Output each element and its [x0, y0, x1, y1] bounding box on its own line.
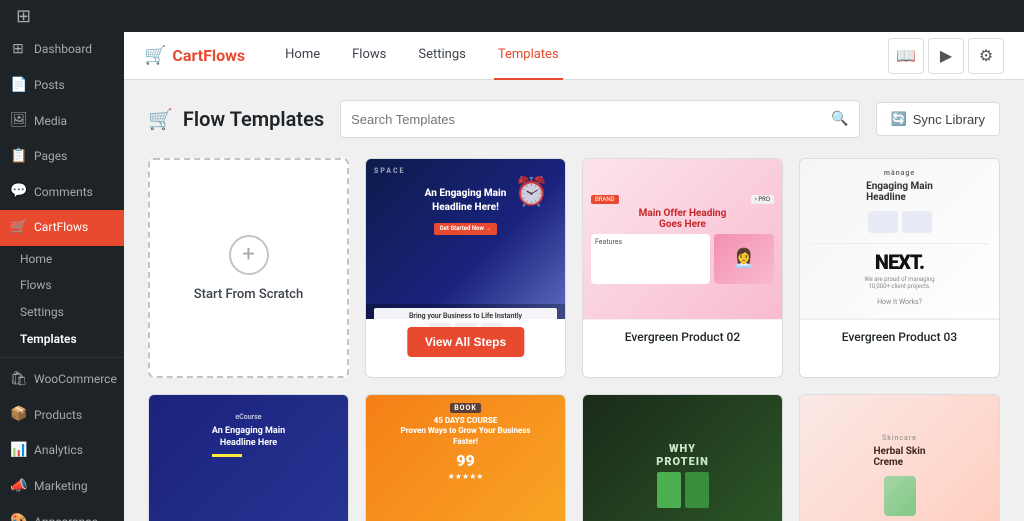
products-icon: 📦: [10, 405, 26, 425]
thumb-clock: ⏰: [514, 175, 549, 208]
view-all-steps-button[interactable]: View All Steps: [407, 327, 524, 357]
sidebar-item-settings[interactable]: Settings: [10, 299, 124, 326]
template-card-space[interactable]: SPACE An Engaging MainHeadline Here! Get…: [365, 158, 566, 378]
marketing-icon: 📣: [10, 477, 26, 497]
dashboard-icon: ⊞: [10, 40, 26, 60]
page-icon: 🛒: [148, 107, 173, 131]
appearance-icon: 🎨: [10, 512, 26, 521]
comments-icon: 💬: [10, 182, 26, 202]
sidebar-item-posts[interactable]: 📄 Posts: [0, 68, 124, 104]
nav-item-templates[interactable]: Templates: [494, 32, 563, 80]
template-card-supplement[interactable]: PRO WHYPROTEIN: [582, 394, 783, 521]
templates-grid-row2: eCourse An Engaging MainHeadline Here PR…: [148, 394, 1000, 521]
sidebar-item-flows[interactable]: Flows: [10, 272, 124, 299]
templates-grid: + Start From Scratch SPACE An Engaging M…: [148, 158, 1000, 378]
nav-item-home[interactable]: Home: [281, 32, 324, 80]
sidebar-item-pages[interactable]: 📋 Pages: [0, 139, 124, 175]
sidebar: ⊞ Dashboard 📄 Posts 🖼 Media 📋 Pages 💬 Co…: [0, 0, 124, 521]
brand-name: CartFlows: [172, 46, 245, 65]
template-thumb-blue: eCourse An Engaging MainHeadline Here: [149, 395, 348, 521]
page-header: 🛒 Flow Templates 🔍 🔄 Sync Library: [148, 100, 1000, 138]
sidebar-item-marketing[interactable]: 📣 Marketing: [0, 469, 124, 505]
sidebar-item-home[interactable]: Home: [10, 246, 124, 273]
nav-item-flows[interactable]: Flows: [348, 32, 390, 80]
template-thumb-ep3: mänage Engaging MainHeadline NEXT. We ar…: [800, 159, 999, 319]
page-title: Flow Templates: [183, 107, 324, 131]
woo-section: 🛍 WooCommerce 📦 Products 📊 Analytics 📣 M…: [0, 357, 124, 521]
cartflows-icon: 🛒: [10, 218, 26, 238]
template-footer-ep3: Evergreen Product 03: [800, 319, 999, 355]
brand: 🛒 CartFlows: [144, 45, 245, 66]
template-card-ep3[interactable]: mänage Engaging MainHeadline NEXT. We ar…: [799, 158, 1000, 378]
sync-icon: 🔄: [891, 111, 907, 127]
content-area: 🛒 Flow Templates 🔍 🔄 Sync Library + Star…: [124, 80, 1024, 521]
sidebar-item-media[interactable]: 🖼 Media: [0, 103, 124, 139]
page-header-left: 🛒 Flow Templates: [148, 107, 324, 131]
template-card-ep2[interactable]: BRAND • PRO Main Offer HeadingGoes Here …: [582, 158, 783, 378]
nav-item-settings[interactable]: Settings: [414, 32, 469, 80]
template-card-blue[interactable]: eCourse An Engaging MainHeadline Here: [148, 394, 349, 521]
media-icon: 🖼: [10, 111, 26, 131]
woocommerce-icon: 🛍: [10, 370, 26, 390]
sidebar-item-templates[interactable]: Templates: [10, 326, 124, 353]
nav-book-icon[interactable]: 📖: [888, 38, 924, 74]
search-icon: 🔍: [831, 111, 848, 127]
search-input[interactable]: [351, 112, 831, 127]
wp-logo-icon[interactable]: ⊞: [8, 6, 39, 27]
template-footer-ep2: Evergreen Product 02: [583, 319, 782, 355]
nav-video-icon[interactable]: ▶: [928, 38, 964, 74]
sidebar-item-products[interactable]: 📦 Products: [0, 397, 124, 433]
top-nav: 🛒 CartFlows Home Flows Settings Template…: [124, 32, 1024, 80]
template-thumb-45days: BOOK 45 DAYS COURSEProven Ways to Grow Y…: [366, 395, 565, 521]
cartflows-submenu: Home Flows Settings Templates: [0, 246, 124, 353]
sidebar-item-woocommerce[interactable]: 🛍 WooCommerce: [0, 362, 124, 398]
template-card-45days[interactable]: PRO BOOK 45 DAYS COURSEProven Ways to Gr…: [365, 394, 566, 521]
sidebar-item-analytics[interactable]: 📊 Analytics: [0, 433, 124, 469]
pages-icon: 📋: [10, 147, 26, 167]
search-box[interactable]: 🔍: [340, 100, 859, 138]
scratch-label: Start From Scratch: [194, 287, 303, 302]
sidebar-item-cartflows[interactable]: 🛒 CartFlows: [0, 210, 124, 246]
thumb-logo: SPACE: [374, 167, 405, 179]
sync-library-button[interactable]: 🔄 Sync Library: [876, 102, 1000, 136]
sidebar-item-appearance[interactable]: 🎨 Appearance: [0, 504, 124, 521]
main-content: 🛒 CartFlows Home Flows Settings Template…: [124, 0, 1024, 521]
template-card-herbal[interactable]: PRO Skincare Herbal SkinCreme Herbal Ski…: [799, 394, 1000, 521]
template-thumb-ep2: BRAND • PRO Main Offer HeadingGoes Here …: [583, 159, 782, 319]
template-thumb-space: SPACE An Engaging MainHeadline Here! Get…: [366, 159, 565, 319]
posts-icon: 📄: [10, 76, 26, 96]
sidebar-item-dashboard[interactable]: ⊞ Dashboard: [0, 32, 124, 68]
scratch-plus-icon: +: [229, 235, 269, 275]
sidebar-item-comments[interactable]: 💬 Comments: [0, 174, 124, 210]
brand-icon: 🛒: [144, 45, 166, 66]
nav-icons: 📖 ▶ ⚙: [888, 38, 1004, 74]
template-thumb-herbal: Skincare Herbal SkinCreme: [800, 395, 999, 521]
template-thumb-supplement: WHYPROTEIN: [583, 395, 782, 521]
analytics-icon: 📊: [10, 441, 26, 461]
nav-gear-icon[interactable]: ⚙: [968, 38, 1004, 74]
scratch-card[interactable]: + Start From Scratch: [148, 158, 349, 378]
admin-bar: ⊞: [0, 0, 1024, 32]
